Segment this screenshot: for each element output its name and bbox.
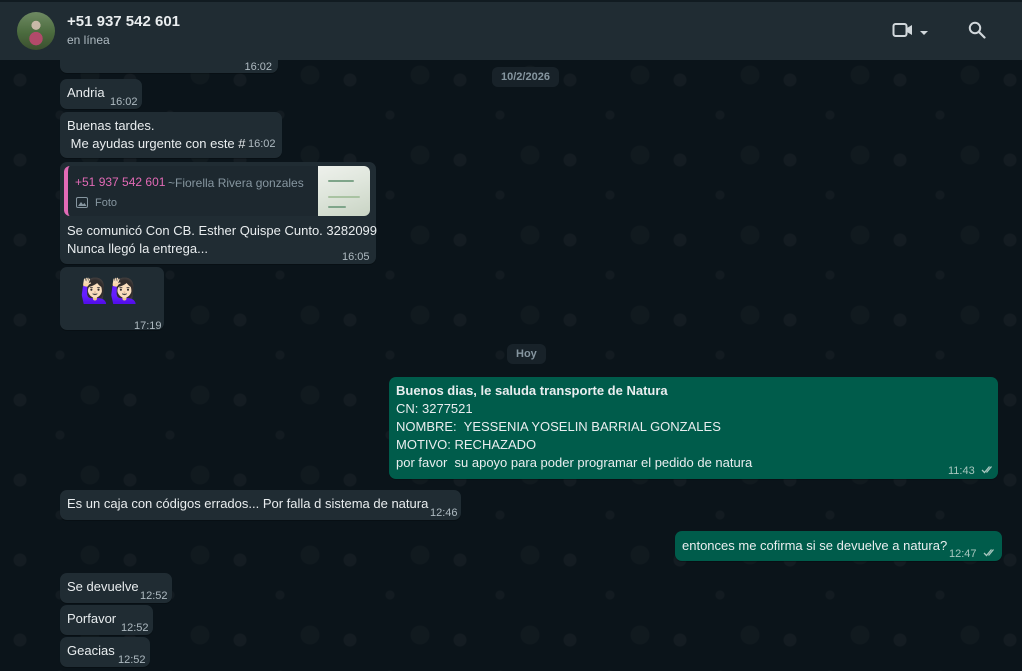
message-outgoing[interactable]: Buenos dias, le saluda transporte de Nat…: [389, 377, 998, 479]
chat-header: +51 937 542 601 en línea: [0, 0, 1022, 60]
message-time: 16:05: [342, 251, 370, 263]
message-text: entonces me cofirma si se devuelve a nat…: [682, 538, 948, 553]
message-incoming[interactable]: Porfavor 12:52: [60, 605, 153, 635]
message-time: 16:02: [110, 96, 138, 108]
video-call-button[interactable]: [890, 18, 930, 46]
quote-pushname: ~Fiorella Rivera gonzales: [168, 176, 304, 190]
quote-author: +51 937 542 601: [75, 175, 166, 189]
message-text: Buenos dias, le saluda transporte de Nat…: [396, 383, 668, 398]
message-outgoing[interactable]: entonces me cofirma si se devuelve a nat…: [675, 531, 1002, 561]
message-time: 12:52: [118, 654, 146, 666]
double-check-icon: [981, 462, 995, 480]
message-time: 16:02: [248, 138, 276, 150]
quote-type: Foto: [95, 197, 118, 209]
message-incoming[interactable]: Andria 16:02: [60, 79, 142, 109]
message-text: Es un caja con códigos errados... Por fa…: [67, 496, 429, 511]
search-button[interactable]: [962, 18, 992, 46]
message-text: Porfavor: [67, 611, 117, 626]
message-time: 12:46: [430, 507, 458, 519]
message-incoming[interactable]: Buenas tardes. Me ayudas urgente con est…: [60, 112, 282, 158]
message-time: 12:47: [949, 545, 997, 563]
message-time-label: 12:47: [949, 548, 977, 560]
double-check-icon: [983, 545, 997, 563]
message-time: 12:52: [121, 622, 149, 634]
message-text: Se comunicó Con CB. Esther Quispe Cunto.…: [67, 223, 378, 238]
message-incoming[interactable]: Es un caja con códigos errados... Por fa…: [60, 490, 461, 520]
chat-panel[interactable]: 16:02 10/2/2026 Andria 16:02 Buenas tard…: [0, 60, 1022, 671]
message-time-label: 11:43: [948, 465, 975, 477]
message-time: 17:19: [134, 320, 162, 332]
date-divider: 10/2/2026: [492, 67, 559, 87]
message-time: 16:02: [244, 61, 272, 73]
message-emoji: 🙋🏻‍♀️🙋🏻‍♀️: [80, 278, 140, 305]
message-incoming[interactable]: 16:02: [60, 60, 278, 73]
photo-icon: [76, 195, 88, 213]
quoted-message[interactable]: +51 937 542 601 ~Fiorella Rivera gonzale…: [64, 166, 370, 216]
message-text: Me ayudas urgente con este #: [67, 136, 246, 151]
message-incoming[interactable]: Se devuelve 12:52: [60, 573, 172, 603]
quote-thumbnail: [318, 166, 370, 216]
message-text: Nunca llegó la entrega...: [67, 241, 208, 256]
message-text: NOMBRE: YESSENIA YOSELIN BARRIAL GONZALE…: [396, 419, 721, 434]
contact-name[interactable]: +51 937 542 601: [67, 13, 180, 30]
message-incoming[interactable]: +51 937 542 601 ~Fiorella Rivera gonzale…: [60, 162, 378, 264]
message-incoming[interactable]: Geacias 12:52: [60, 637, 150, 667]
message-text: Andria: [67, 85, 105, 100]
message-text: MOTIVO: RECHAZADO: [396, 437, 537, 452]
message-text: Geacias: [67, 643, 115, 658]
message-text: Buenas tardes.: [67, 118, 155, 133]
message-incoming[interactable]: 🙋🏻‍♀️🙋🏻‍♀️ 17:19: [60, 267, 164, 332]
date-divider: Hoy: [507, 344, 546, 364]
search-icon: [968, 21, 986, 44]
contact-status: en línea: [67, 33, 110, 47]
message-text: CN: 3277521: [396, 401, 473, 416]
message-time: 11:43: [948, 462, 995, 480]
message-text: Se devuelve: [67, 579, 139, 594]
message-time: 12:52: [140, 590, 168, 602]
video-call-icon: [892, 22, 914, 43]
avatar[interactable]: [17, 12, 55, 50]
chevron-down-icon: [919, 23, 929, 41]
message-text: por favor su apoyo para poder programar …: [396, 455, 753, 470]
